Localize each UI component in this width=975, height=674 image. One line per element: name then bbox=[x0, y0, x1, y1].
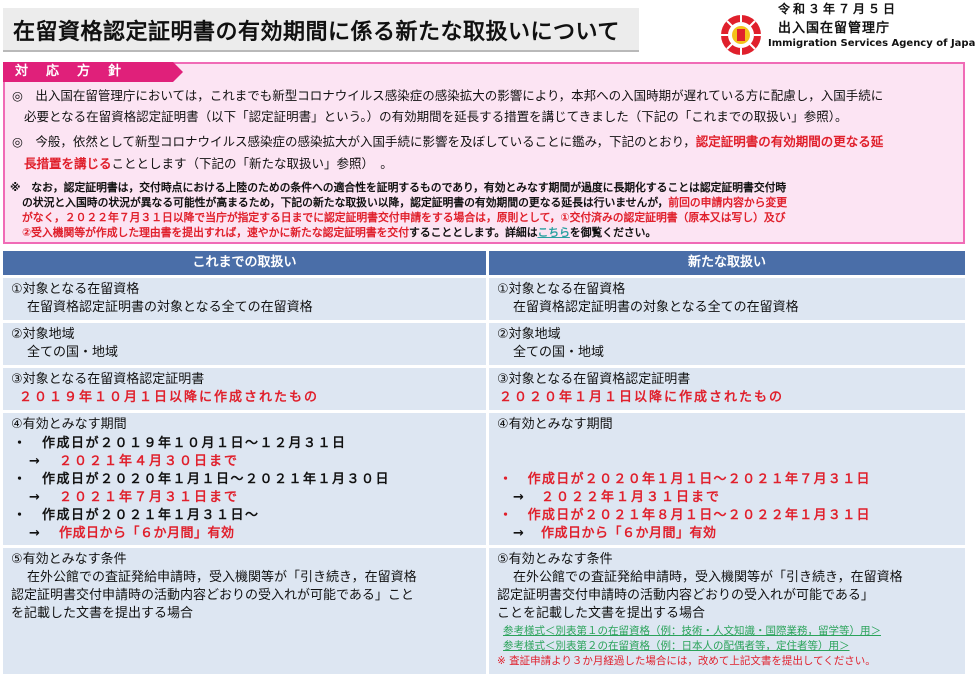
note-line-4-end: を御覧ください。 bbox=[569, 226, 657, 239]
policy-line-4: 長措置を講じることとします（下記の「新たな取扱い」参照） 。 bbox=[24, 156, 393, 172]
note-line-2: の状況と入国時の状況が異なる可能性が高まるため，下記の新たな取扱い以降，認定証明… bbox=[22, 196, 787, 210]
policy-line-4-text: こととします（下記の「新たな取扱い」参照） 。 bbox=[111, 156, 393, 171]
document-date: 令和３年７月５日 bbox=[778, 2, 899, 16]
left-r4-line-1: ・ 作成日が２０１９年１０月１日～１２月３１日 bbox=[13, 436, 347, 451]
left-r4-arrow-3: → bbox=[29, 526, 42, 541]
right-r5-note: ※ 査証申請より３か月経過した場合には，改めて上記文書を提出してください。 bbox=[497, 655, 876, 667]
left-row-1: ①対象となる在留資格 在留資格認定証明書の対象となる全ての在留資格 bbox=[3, 278, 486, 320]
right-r4-line-1: ・ 作成日が２０２０年１月１日～２０２１年７月３１日 bbox=[499, 472, 871, 487]
left-r3-body: ２０１９年１０月１日以降に作成されたもの bbox=[19, 390, 320, 405]
right-r3-body: ２０２０年１月１日以降に作成されたもの bbox=[499, 390, 785, 405]
right-r1-body: 在留資格認定証明書の対象となる全ての在留資格 bbox=[513, 300, 799, 315]
policy-emphasis-1: 認定証明書の有効期間の更なる延 bbox=[695, 134, 884, 149]
left-r4-line-5: ・ 作成日が２０２１年１月３１日～ bbox=[13, 508, 260, 523]
left-r2-title: ②対象地域 bbox=[11, 327, 75, 342]
agency-name-en: Immigration Services Agency of Japan bbox=[768, 38, 975, 49]
agency-name-ja: 出入国在留管理庁 bbox=[778, 21, 891, 36]
policy-tab-label: 対応方針 bbox=[15, 64, 140, 79]
left-r5-line-3: を記載した文書を提出する場合 bbox=[11, 606, 194, 621]
right-row-5: ⑤有効とみなす条件 在外公館での査証発給申請時，受入機関等が「引き続き，在留資格… bbox=[489, 548, 965, 674]
policy-line-3: ◎ 今般，依然として新型コロナウイルス感染症の感染拡大が入国手続に影響を及ぼして… bbox=[12, 134, 883, 150]
right-row-3: ③対象となる在留資格認定証明書 ２０２０年１月１日以降に作成されたもの bbox=[489, 368, 965, 410]
note-line-3: がなく，２０２２年７月３１日以降で当庁が指定する日までに認定証明書交付申請をする… bbox=[22, 211, 786, 224]
note-line-2-text: の状況と入国時の状況が異なる可能性が高まるため，下記の新たな取扱い以降，認定証明… bbox=[22, 196, 669, 209]
note-emphasis-2: 速やかに新たな認定証明書を交付 bbox=[247, 226, 410, 239]
policy-line-2: 必要となる在留資格認定証明書（以下「認定証明書」という。）の有効期間を延長する措… bbox=[24, 109, 848, 124]
right-r4-arrow-2: → bbox=[513, 526, 526, 541]
left-r1-title: ①対象となる在留資格 bbox=[11, 282, 140, 297]
left-r4-until-2: ２０２１年７月３１日まで bbox=[59, 490, 240, 505]
left-r4-title: ④有効とみなす期間 bbox=[11, 417, 127, 432]
right-row-1: ①対象となる在留資格 在留資格認定証明書の対象となる全ての在留資格 bbox=[489, 278, 965, 320]
right-row-2: ②対象地域 全ての国・地域 bbox=[489, 323, 965, 365]
right-r3-title: ③対象となる在留資格認定証明書 bbox=[497, 372, 691, 387]
left-r4-line-3: ・ 作成日が２０２０年１月１日～２０２１年１月３０日 bbox=[13, 472, 391, 487]
reference-form-link-2[interactable]: 参考様式＜別表第２の在留資格（例：日本人の配偶者等，定住者等）用＞ bbox=[503, 640, 850, 653]
left-row-4: ④有効とみなす期間 ・ 作成日が２０１９年１０月１日～１２月３１日 → ２０２１… bbox=[3, 413, 486, 545]
reference-form-link-1[interactable]: 参考様式＜別表第１の在留資格（例：技術・人文知識・国際業務，留学等）用＞ bbox=[503, 625, 881, 638]
left-r4-until-1: ２０２１年４月３０日まで bbox=[59, 454, 240, 469]
right-r4-line-3: ・ 作成日が２０２１年８月１日～２０２２年１月３１日 bbox=[499, 508, 871, 523]
left-row-2: ②対象地域 全ての国・地域 bbox=[3, 323, 486, 365]
policy-tab: 対応方針 bbox=[3, 62, 183, 82]
left-r4-until-3: 作成日から「６か月間」有効 bbox=[59, 526, 235, 541]
right-r4-until-2: 作成日から「６か月間」有効 bbox=[541, 526, 717, 541]
left-r2-body: 全ての国・地域 bbox=[27, 345, 119, 360]
note-emphasis-1: 前回の申請内容から変更 bbox=[668, 196, 788, 209]
right-row-4: ④有効とみなす期間 ・ 作成日が２０２０年１月１日～２０２１年７月３１日 → ２… bbox=[489, 413, 965, 545]
right-r4-until-1: ２０２２年１月３１日まで bbox=[541, 490, 722, 505]
note-line-4-text: することとします。詳細は bbox=[409, 226, 538, 239]
right-r5-title: ⑤有効とみなす条件 bbox=[497, 552, 613, 567]
right-r2-title: ②対象地域 bbox=[497, 327, 561, 342]
page-header: 在留資格認定証明書の有効期間に係る新たな取扱いについて 令和３年７月５日 出入国… bbox=[0, 0, 975, 62]
left-r1-body: 在留資格認定証明書の対象となる全ての在留資格 bbox=[27, 300, 313, 315]
right-r1-title: ①対象となる在留資格 bbox=[497, 282, 626, 297]
right-r4-title: ④有効とみなす期間 bbox=[497, 417, 613, 432]
previous-handling-header: これまでの取扱い bbox=[3, 251, 486, 275]
right-r4-arrow-1: → bbox=[513, 490, 526, 505]
right-r5-line-3: ことを記載した文書を提出する場合 bbox=[497, 606, 706, 621]
right-r5-line-1: 在外公館での査証発給申請時，受入機関等が「引き続き，在留資格 bbox=[513, 570, 903, 585]
note-line-1: ※ なお，認定証明書は，交付時点における上陸のための条件への適合性を証明するもの… bbox=[10, 181, 787, 194]
title-box: 在留資格認定証明書の有効期間に係る新たな取扱いについて bbox=[3, 8, 639, 52]
note-line-4-red: ②受入機関等が作成した理由書を提出すれば， bbox=[22, 226, 248, 239]
policy-emphasis-2: 長措置を講じる bbox=[24, 156, 112, 171]
left-row-3: ③対象となる在留資格認定証明書 ２０１９年１０月１日以降に作成されたもの bbox=[3, 368, 486, 410]
left-row-5: ⑤有効とみなす条件 在外公館での査証発給申請時，受入機関等が「引き続き，在留資格… bbox=[3, 548, 486, 674]
details-link[interactable]: こちら bbox=[538, 226, 570, 239]
right-r5-line-2: 認定証明書交付申請時の活動内容どおりの受入れが可能である」 bbox=[497, 588, 874, 603]
left-r5-title: ⑤有効とみなす条件 bbox=[11, 552, 127, 567]
left-r5-line-2: 認定証明書交付申請時の活動内容どおりの受入れが可能である」こと bbox=[11, 588, 414, 603]
right-r2-body: 全ての国・地域 bbox=[513, 345, 605, 360]
left-r4-arrow-1: → bbox=[29, 454, 42, 469]
agency-emblem-icon bbox=[721, 15, 761, 55]
left-r3-title: ③対象となる在留資格認定証明書 bbox=[11, 372, 205, 387]
policy-line-3-text: ◎ 今般，依然として新型コロナウイルス感染症の感染拡大が入国手続に影響を及ぼして… bbox=[12, 134, 696, 149]
left-r4-arrow-2: → bbox=[29, 490, 42, 505]
new-handling-header: 新たな取扱い bbox=[489, 251, 965, 275]
policy-line-1: ◎ 出入国在留管理庁においては，これまでも新型コロナウイルス感染症の感染拡大の影… bbox=[12, 88, 884, 103]
left-r5-line-1: 在外公館での査証発給申請時，受入機関等が「引き続き，在留資格 bbox=[27, 570, 417, 585]
note-line-4: ②受入機関等が作成した理由書を提出すれば，速やかに新たな認定証明書を交付すること… bbox=[22, 226, 656, 240]
page-title: 在留資格認定証明書の有効期間に係る新たな取扱いについて bbox=[13, 20, 620, 45]
